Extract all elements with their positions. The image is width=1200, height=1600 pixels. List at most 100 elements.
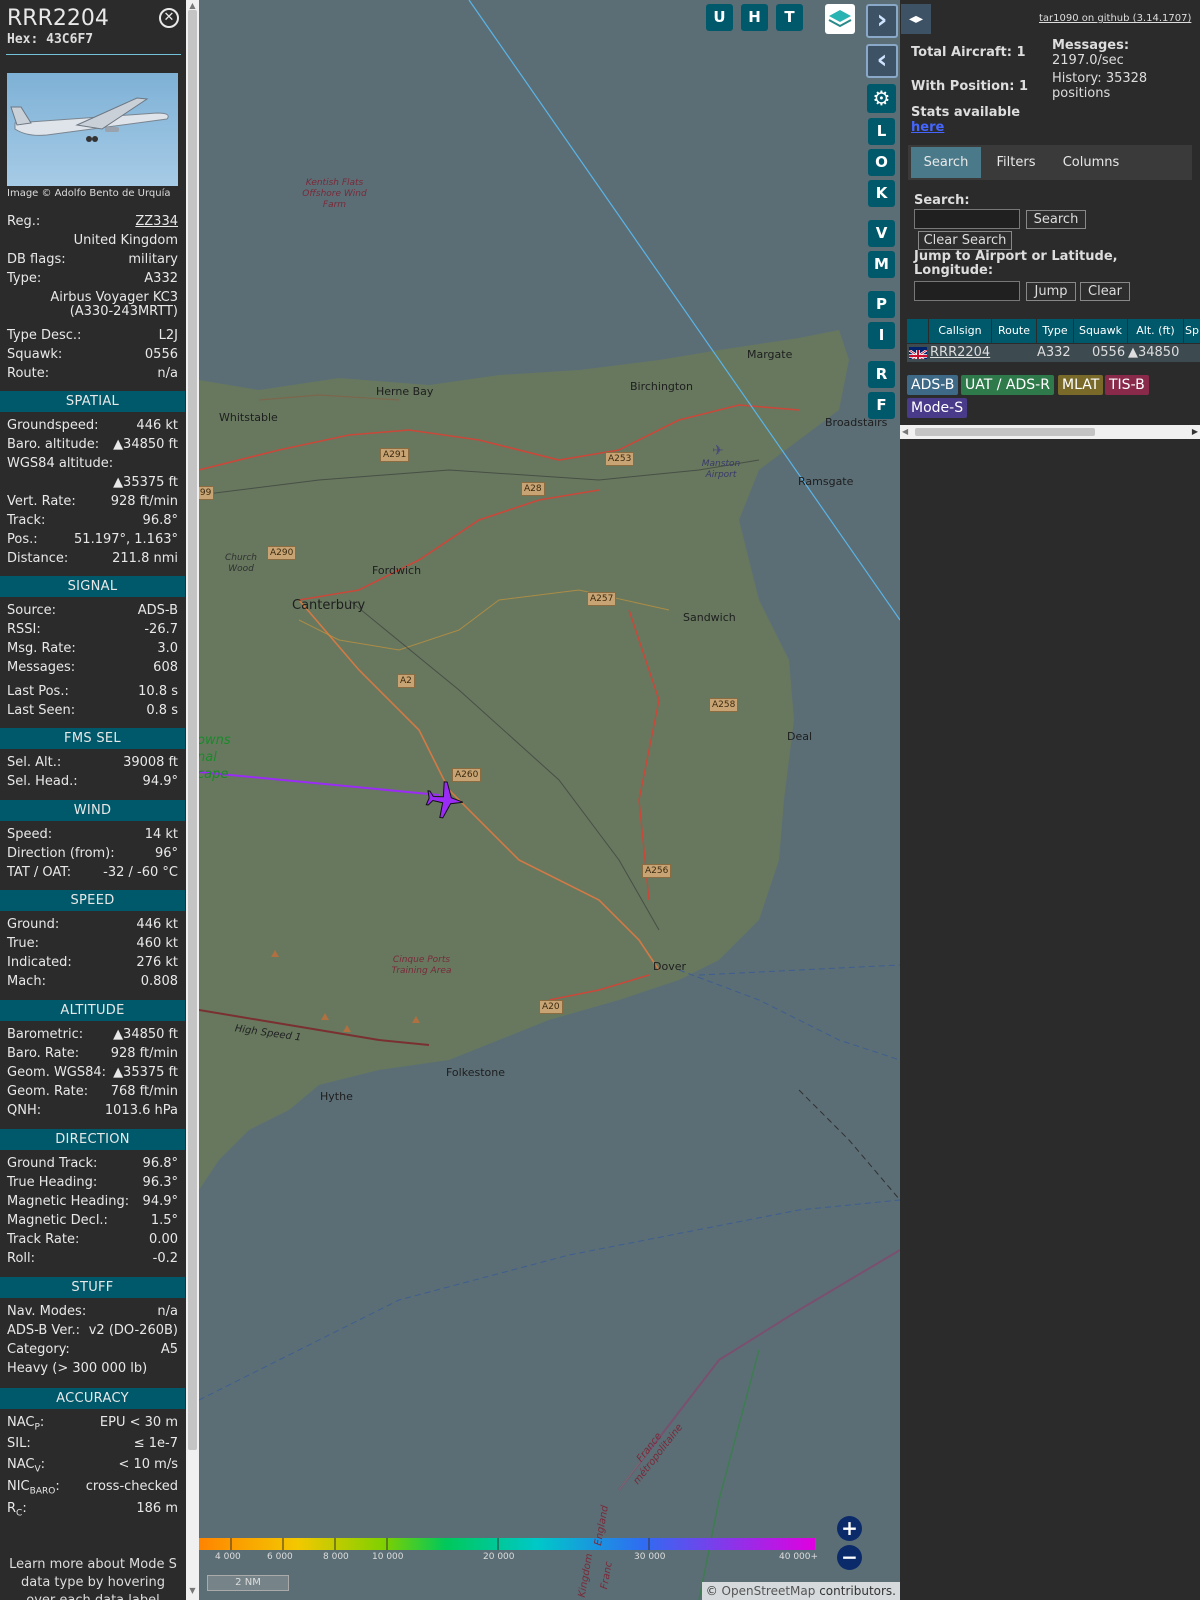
header-divider	[6, 54, 181, 55]
github-link[interactable]: tar1090 on github (3.14.1707)	[1039, 13, 1191, 24]
info-value: n/a	[157, 366, 178, 381]
label-downs: owns nal cape	[199, 733, 231, 782]
aircraft-marker-icon[interactable]	[423, 778, 467, 822]
close-icon[interactable]: ✕	[159, 8, 179, 28]
sidebar-scrollbar[interactable]: ▲ ▼	[186, 0, 199, 1600]
map-button-m[interactable]: M	[868, 251, 895, 278]
info-row: QNH: 1013.6 hPa	[7, 1102, 178, 1120]
search-label: Search:	[914, 193, 970, 208]
panel-toggle-icon[interactable]: ◂▸	[901, 4, 931, 34]
map-button-l[interactable]: L	[868, 118, 895, 145]
uk-flag-icon	[909, 347, 927, 359]
clear-button[interactable]: Clear	[1080, 282, 1130, 301]
search-input[interactable]	[914, 209, 1020, 229]
badge-tisb[interactable]: TIS-B	[1105, 375, 1149, 395]
map-button-o[interactable]: O	[868, 149, 895, 176]
table-horizontal-scrollbar[interactable]: ◀ ▶	[900, 425, 1200, 439]
scrollbar-thumb[interactable]	[188, 10, 197, 1450]
map-button-v[interactable]: V	[868, 220, 895, 247]
layers-icon[interactable]	[825, 4, 855, 34]
info-label: Squawk:	[7, 347, 63, 362]
colorbar-label: 8 000	[323, 1552, 349, 1562]
info-label: Speed:	[7, 827, 53, 842]
town-deal: Deal	[787, 730, 813, 743]
road-a28: A28	[521, 482, 545, 496]
map-button-f[interactable]: F	[868, 392, 895, 419]
row-callsign[interactable]: RRR2204	[930, 344, 990, 362]
town-ramsgate: Ramsgate	[798, 475, 854, 488]
info-label: Ground Track:	[7, 1156, 98, 1171]
tab-filters[interactable]: Filters	[983, 147, 1049, 178]
map-button-t[interactable]: T	[776, 4, 803, 31]
badge-adsb[interactable]: ADS-B	[907, 375, 959, 395]
info-label: RSSI:	[7, 622, 41, 637]
callsign-title: RRR2204	[7, 6, 109, 31]
table-header-speed[interactable]: Sp	[1184, 319, 1200, 343]
section-header-stuff: STUFF	[0, 1277, 185, 1298]
map-button-h[interactable]: H	[741, 4, 768, 31]
info-value: 446 kt	[136, 418, 178, 433]
jump-button[interactable]: Jump	[1026, 282, 1076, 301]
map-button-k[interactable]: K	[868, 180, 895, 207]
map-view[interactable]: ✈ Margate Birchington Herne Bay Whitstab…	[199, 0, 900, 1600]
info-label: RC:	[7, 1501, 27, 1519]
info-row: Last Seen: 0.8 s	[7, 702, 178, 720]
jump-input[interactable]	[914, 281, 1020, 301]
table-header-flag	[907, 319, 928, 343]
info-row: True Heading: 96.3°	[7, 1174, 178, 1192]
settings-gear-icon[interactable]: ⚙	[867, 84, 896, 113]
section-header-altitude: ALTITUDE	[0, 1000, 185, 1021]
horizontal-scrollbar-thumb[interactable]	[915, 428, 1095, 436]
info-value: 1013.6 hPa	[104, 1103, 178, 1118]
info-row: Magnetic Heading: 94.9°	[7, 1193, 178, 1211]
registration-link[interactable]: ZZ334	[135, 213, 178, 231]
map-button-r[interactable]: R	[868, 361, 895, 388]
collapse-left-arrow-icon[interactable]: ‹	[866, 44, 898, 78]
scroll-right-arrow-icon[interactable]: ▶	[1192, 425, 1198, 439]
town-margate: Margate	[747, 348, 793, 361]
zoom-in-icon[interactable]: +	[837, 1516, 862, 1541]
info-value: 10.8 s	[138, 684, 178, 699]
aircraft-photo[interactable]	[7, 73, 178, 186]
info-row: Type Desc.: L2J	[7, 327, 178, 345]
info-value: ADS-B	[137, 603, 178, 618]
info-label: Magnetic Heading:	[7, 1194, 130, 1209]
stats-link[interactable]: here	[911, 120, 944, 135]
table-header-altitude[interactable]: Alt. (ft)	[1128, 319, 1183, 343]
search-button[interactable]: Search	[1026, 210, 1086, 229]
scroll-down-arrow-icon[interactable]: ▼	[187, 1586, 198, 1596]
info-label: True Heading:	[7, 1175, 98, 1190]
road-a253: A253	[605, 452, 635, 466]
label-manston-airport: Manston Airport	[701, 459, 741, 480]
table-header-callsign[interactable]: Callsign	[929, 319, 991, 343]
info-value: 96.3°	[142, 1175, 178, 1190]
expand-right-arrow-icon[interactable]: ›	[866, 4, 898, 38]
row-squawk: 0556	[1092, 345, 1126, 360]
map-button-u[interactable]: U	[706, 4, 733, 31]
map-button-p[interactable]: P	[868, 291, 895, 318]
badge-mlat[interactable]: MLAT	[1058, 375, 1104, 395]
table-header-route[interactable]: Route	[992, 319, 1036, 343]
zoom-out-icon[interactable]: −	[837, 1545, 862, 1570]
openstreetmap-link[interactable]: OpenStreetMap	[722, 1584, 816, 1598]
map-button-i[interactable]: I	[868, 322, 895, 349]
info-row: Geom. Rate: 768 ft/min	[7, 1083, 178, 1101]
info-value: -26.7	[144, 622, 178, 637]
info-row: Vert. Rate: 928 ft/min	[7, 493, 178, 511]
info-row: NICBARO: cross-checked	[7, 1478, 178, 1497]
colorbar-label: 40 000+	[779, 1552, 819, 1562]
info-label: Mach:	[7, 974, 46, 989]
info-row: Last Pos.: 10.8 s	[7, 683, 178, 701]
tab-columns[interactable]: Columns	[1051, 147, 1131, 178]
info-label: Nav. Modes:	[7, 1304, 87, 1319]
badge-uat-adsr[interactable]: UAT / ADS-R	[961, 375, 1054, 395]
table-header-squawk[interactable]: Squawk	[1074, 319, 1127, 343]
clear-search-button[interactable]: Clear Search	[918, 231, 1012, 250]
badge-modes[interactable]: Mode-S	[907, 398, 968, 418]
info-value: 1.5°	[150, 1213, 178, 1228]
table-header-type[interactable]: Type	[1037, 319, 1073, 343]
messages-label: Messages:	[1052, 38, 1130, 53]
scroll-left-arrow-icon[interactable]: ◀	[902, 425, 908, 439]
tab-search[interactable]: Search	[911, 147, 981, 178]
info-value: 460 kt	[136, 936, 178, 951]
